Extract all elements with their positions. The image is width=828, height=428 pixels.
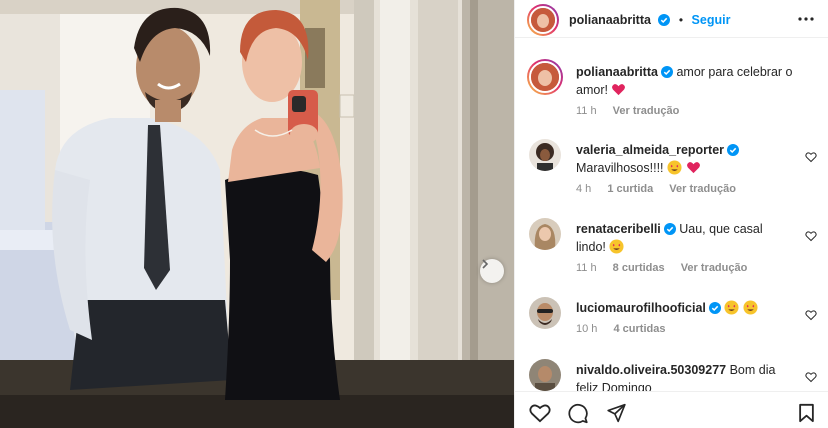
carousel-next-button[interactable] [480,259,504,283]
avatar-image [531,8,555,32]
chevron-right-icon [482,259,489,269]
caption-time: 11 h [576,105,597,117]
heart-eyes-emoji-icon [743,300,758,315]
heart-eyes-emoji-icon [724,300,739,315]
commenter-username[interactable]: renataceribelli [576,222,661,236]
red-heart-icon [686,162,700,174]
comment-like-heart-icon[interactable] [805,230,817,242]
comment-likes[interactable]: 1 curtida [607,183,653,195]
comment-likes[interactable]: 4 curtidas [613,323,665,335]
more-options-button[interactable] [797,12,815,31]
post-side-panel: polianaabritta • Seguir polianaabritta a… [514,0,828,428]
heart-eyes-emoji-icon [609,239,624,254]
avatar-image [531,63,559,91]
comment-see-translation[interactable]: Ver tradução [669,183,736,195]
comment-like-heart-icon[interactable] [805,309,817,321]
avatar-image [529,297,561,329]
post-action-bar [515,391,828,428]
caption-see-translation[interactable]: Ver tradução [613,105,680,117]
comment-time: 10 h [576,323,598,335]
avatar-image [529,359,561,391]
mirror-selfie-image [0,0,514,428]
commenter-avatar[interactable] [529,359,561,391]
commenter-username[interactable]: luciomaurofilhooficial [576,301,706,315]
commenter-avatar[interactable] [529,297,561,329]
comment-text: Maravilhosos!!!! [576,161,664,175]
bookmark-icon[interactable] [798,403,815,423]
caption-username[interactable]: polianaabritta [576,65,658,79]
share-icon[interactable] [606,403,627,423]
post-photo[interactable] [0,0,514,428]
follow-button[interactable]: Seguir [692,13,731,27]
comment-see-translation[interactable]: Ver tradução [681,262,748,274]
avatar-image [529,218,561,250]
author-avatar[interactable] [527,4,559,36]
author-username[interactable]: polianaabritta [569,13,651,27]
verified-badge-icon [708,302,721,314]
verified-badge-icon [727,144,740,156]
comment-time: 11 h [576,262,597,274]
caption-avatar[interactable] [527,59,563,95]
post-header: polianaabritta • Seguir [515,0,828,38]
more-horizontal-icon [798,17,814,21]
comment-like-heart-icon[interactable] [805,151,817,163]
comments-list: polianaabritta amor para celebrar o amor… [515,39,828,391]
commenter-username[interactable]: nivaldo.oliveira.50309277 [576,363,726,377]
verified-badge-icon [658,14,671,26]
comment-time: 4 h [576,183,592,195]
comment-icon[interactable] [567,403,589,424]
dot-separator: • [678,13,684,27]
red-heart-icon [612,84,626,96]
verified-badge-icon [663,223,676,235]
heart-icon[interactable] [529,403,551,423]
verified-badge-icon [660,66,673,78]
commenter-avatar[interactable] [529,218,561,250]
heart-eyes-emoji-icon [667,160,682,175]
commenter-avatar[interactable] [529,139,561,171]
avatar-image [529,139,561,171]
commenter-username[interactable]: valeria_almeida_reporter [576,143,724,157]
comment-like-heart-icon[interactable] [805,371,817,383]
comment-likes[interactable]: 8 curtidas [613,262,665,274]
